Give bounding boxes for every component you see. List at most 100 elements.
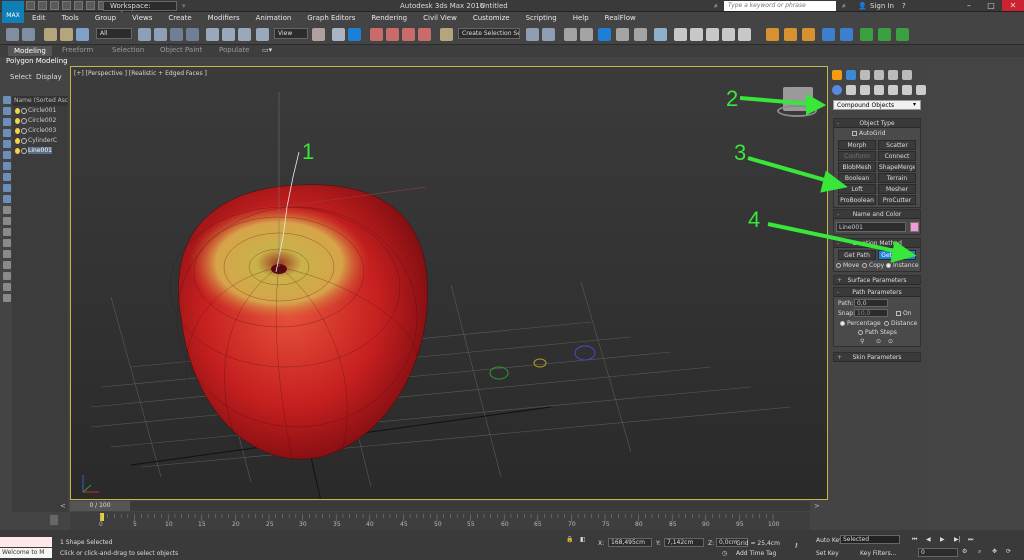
time-slider-handle[interactable]: 0 / 100 xyxy=(70,501,130,511)
open-icon[interactable] xyxy=(38,1,47,10)
open-mini-curve-editor-icon[interactable] xyxy=(50,515,58,525)
scene-explorer-icon[interactable] xyxy=(598,28,611,41)
autogrid-checkbox[interactable]: AutoGrid xyxy=(852,130,886,137)
new-icon[interactable] xyxy=(26,1,35,10)
light-bulb-icon[interactable] xyxy=(15,138,20,144)
rollout-header[interactable]: - Creation Method xyxy=(834,239,920,248)
reference-coordinate-dropdown[interactable]: View xyxy=(274,28,308,39)
display-helpers-icon[interactable] xyxy=(3,151,11,159)
orbit-icon[interactable]: ⟳ xyxy=(1006,548,1011,555)
realflow-icon-3[interactable] xyxy=(802,28,815,41)
helpers-category-icon[interactable] xyxy=(888,85,898,95)
schematic-view-icon[interactable] xyxy=(634,28,647,41)
key-filters-button[interactable]: Key Filters... xyxy=(860,550,897,557)
instance-radio[interactable]: Instance xyxy=(886,262,919,269)
light-bulb-icon[interactable] xyxy=(15,148,20,154)
loft-button[interactable]: Loft xyxy=(838,184,876,194)
menu-edit[interactable]: Edit xyxy=(24,12,54,25)
realflow-icon-2[interactable] xyxy=(784,28,797,41)
redo-icon[interactable] xyxy=(22,28,35,41)
ribbon-tab-populate[interactable]: Populate xyxy=(219,46,249,54)
select-by-name-icon[interactable] xyxy=(154,28,167,41)
dropdown-arrow-icon[interactable]: ▾ xyxy=(182,2,186,10)
search-input[interactable]: Type a keyword or phrase xyxy=(724,1,836,11)
rollout-header[interactable]: - Path Parameters xyxy=(834,288,920,297)
path-steps-radio[interactable]: Path Steps xyxy=(858,329,897,336)
undo-icon[interactable] xyxy=(62,1,71,10)
time-tag-icon[interactable]: ◷ xyxy=(722,550,727,557)
named-selection-sets-dropdown[interactable]: Create Selection Se xyxy=(458,28,520,39)
get-shape-button[interactable]: Get Shape xyxy=(878,250,916,260)
time-config-icon[interactable]: ⚙ xyxy=(962,548,967,555)
previous-frame-icon[interactable]: < xyxy=(60,502,66,510)
spacewarps-category-icon[interactable] xyxy=(902,85,912,95)
x-coordinate-field[interactable]: 168,495cm xyxy=(608,538,652,547)
isolate-selection-icon[interactable]: ◧ xyxy=(580,536,586,543)
play-icon[interactable]: ▶ xyxy=(940,536,945,543)
conform-button[interactable]: Conform xyxy=(838,151,876,161)
list-item[interactable]: Circle002 xyxy=(12,116,68,126)
unlink-icon[interactable] xyxy=(60,28,73,41)
percentage-radio[interactable]: Percentage xyxy=(840,320,881,327)
circle003-shape[interactable] xyxy=(574,345,596,361)
undo-icon[interactable] xyxy=(6,28,19,41)
shapes-category-icon[interactable] xyxy=(846,85,856,95)
place-icon[interactable] xyxy=(256,28,269,41)
move-radio[interactable]: Move xyxy=(836,262,859,269)
maxscript-listener-input[interactable] xyxy=(0,537,52,547)
next-key-icon[interactable]: ▶| xyxy=(954,536,961,543)
display-all-icon[interactable] xyxy=(3,239,11,247)
menu-realflow[interactable]: RealFlow xyxy=(597,12,644,25)
light-bulb-icon[interactable] xyxy=(15,108,20,114)
path-spinner[interactable]: 0,0 xyxy=(854,299,888,307)
display-geometry-icon[interactable] xyxy=(3,107,11,115)
realflow-icon-8[interactable] xyxy=(896,28,909,41)
set-key-button[interactable]: Set Key xyxy=(816,550,839,557)
display-lights-icon[interactable] xyxy=(3,129,11,137)
go-to-end-icon[interactable]: ⏭ xyxy=(968,536,973,544)
hierarchy-tab-icon[interactable] xyxy=(860,70,870,80)
distance-radio[interactable]: Distance xyxy=(884,320,917,327)
ribbon-tab-freeform[interactable]: Freeform xyxy=(62,46,93,54)
pivot-center-icon[interactable] xyxy=(312,28,325,41)
apple-model[interactable] xyxy=(169,184,428,464)
rotate-icon[interactable] xyxy=(222,28,235,41)
light-bulb-icon[interactable] xyxy=(15,118,20,124)
chevron-down-icon[interactable]: ▾ xyxy=(913,101,916,108)
viewcube-compass[interactable] xyxy=(777,105,817,117)
display-frozen-icon[interactable] xyxy=(3,217,11,225)
minimize-button[interactable]: – xyxy=(958,0,980,11)
move-icon[interactable] xyxy=(206,28,219,41)
app-menu-logo[interactable]: MAX xyxy=(2,1,24,23)
redo-icon[interactable] xyxy=(74,1,83,10)
snap-on-checkbox[interactable]: On xyxy=(896,310,912,317)
scatter-button[interactable]: Scatter xyxy=(878,140,916,150)
procutter-button[interactable]: ProCutter xyxy=(878,195,916,205)
list-item[interactable]: Circle001 xyxy=(12,106,68,116)
auto-key-filter-dropdown[interactable]: Selected xyxy=(840,535,900,544)
realflow-icon-4[interactable] xyxy=(822,28,835,41)
select-object-icon[interactable] xyxy=(138,28,151,41)
explorer-layers-icon[interactable] xyxy=(3,294,11,302)
menu-rendering[interactable]: Rendering xyxy=(363,12,415,25)
auto-key-button[interactable]: Auto Key xyxy=(816,537,843,544)
close-button[interactable]: ✕ xyxy=(1002,0,1024,11)
display-tab-icon[interactable] xyxy=(888,70,898,80)
bind-space-warp-icon[interactable] xyxy=(76,28,89,41)
user-icon[interactable]: 👤 xyxy=(858,2,867,10)
light-bulb-icon[interactable] xyxy=(15,128,20,134)
render-production-icon[interactable] xyxy=(706,28,719,41)
object-name-field[interactable]: Line001 xyxy=(836,222,906,232)
explorer-options-icon[interactable] xyxy=(3,283,11,291)
help-icon[interactable]: ? xyxy=(902,2,906,10)
pick-shape-icon[interactable]: ⚲ xyxy=(860,338,864,345)
pan-icon[interactable]: ✥ xyxy=(992,548,997,555)
select-manipulate-icon[interactable] xyxy=(332,28,345,41)
rollout-header[interactable]: - Object Type xyxy=(834,119,920,128)
infocenter-search-icon[interactable]: ⌕ xyxy=(842,2,846,11)
project-folder-icon[interactable] xyxy=(86,1,95,10)
zoom-icon[interactable]: ⌕ xyxy=(978,548,981,556)
selection-filter-dropdown[interactable]: All xyxy=(96,28,132,39)
y-coordinate-field[interactable]: 7,142cm xyxy=(664,538,704,547)
ribbon-tab-modeling[interactable]: Modeling xyxy=(8,46,52,56)
